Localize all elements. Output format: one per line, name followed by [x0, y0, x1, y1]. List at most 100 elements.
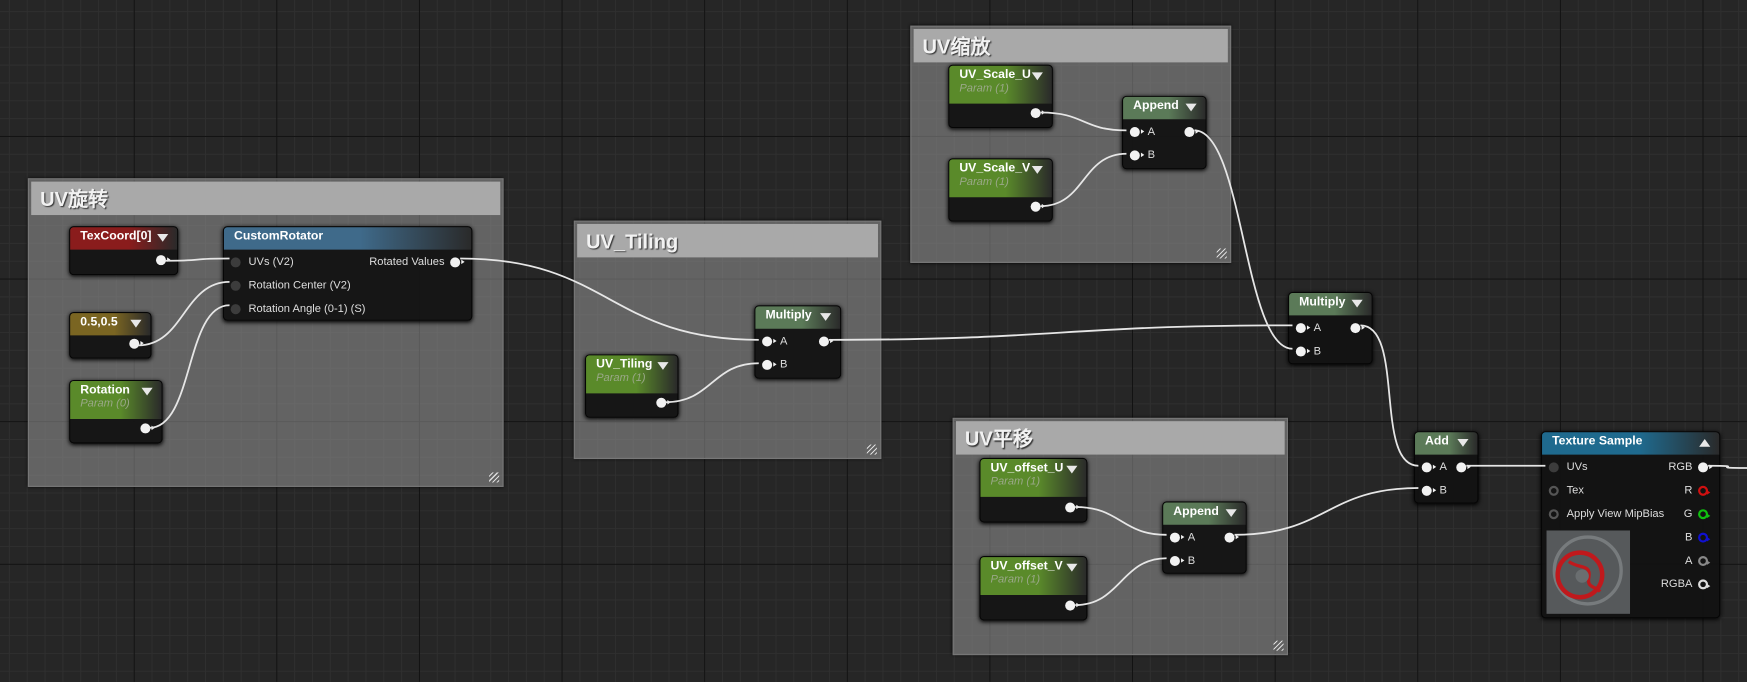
output-pin[interactable] [1456, 462, 1471, 473]
input-pin-a[interactable] [1169, 532, 1185, 543]
output-pin-g[interactable] [1698, 509, 1711, 520]
node-texsample[interactable]: Texture Sample UVs Tex Apply View MipBias RG… [1540, 431, 1721, 619]
node-append1[interactable]: Append A B [1121, 95, 1207, 170]
output-pin[interactable] [1224, 532, 1239, 543]
input-label: UVs (V2) [248, 256, 294, 269]
chevron-down-icon[interactable] [157, 233, 169, 242]
input-pin-a[interactable] [1129, 127, 1145, 138]
node-offsetu[interactable]: UV_offset_U Param (1) [979, 457, 1088, 523]
output-pin[interactable] [1030, 201, 1046, 212]
chevron-down-icon[interactable] [657, 362, 669, 370]
node-rotation[interactable]: Rotation Param (0) [69, 379, 163, 444]
resize-grip-icon[interactable] [866, 444, 877, 455]
node-title: UV_Scale_V [959, 161, 1031, 175]
node-header[interactable]: UV_Scale_V Param (1) [949, 159, 1052, 198]
output-pin[interactable] [129, 338, 144, 349]
node-header[interactable]: Texture Sample [1542, 432, 1720, 455]
chevron-down-icon[interactable] [1031, 166, 1043, 174]
input-pin-b[interactable] [1169, 555, 1185, 567]
output-pin-rgba[interactable] [1698, 579, 1711, 590]
node-header[interactable]: UV_Tiling Param (1) [586, 355, 678, 394]
input-label: A [1439, 461, 1447, 474]
output-pin-r[interactable] [1698, 485, 1711, 496]
chevron-down-icon[interactable] [1457, 438, 1469, 447]
output-pin[interactable] [656, 397, 671, 408]
node-header[interactable]: Multiply [1289, 293, 1372, 316]
input-pin-a[interactable] [762, 336, 777, 347]
input-pin-a[interactable] [1295, 323, 1311, 334]
node-header[interactable]: TexCoord[0] [70, 227, 178, 250]
comment-title[interactable]: UV旋转 [31, 181, 501, 216]
node-multiply2[interactable]: Multiply A B [1288, 291, 1373, 365]
output-pin[interactable] [1184, 127, 1199, 138]
collapse-arrow-icon[interactable] [1699, 438, 1711, 447]
node-header[interactable]: Append [1123, 96, 1206, 120]
resize-grip-icon[interactable] [489, 472, 500, 483]
input-label: B [1439, 484, 1447, 497]
resize-grip-icon[interactable] [1216, 248, 1227, 259]
node-scaleu[interactable]: UV_Scale_U Param (1) [948, 64, 1053, 129]
input-label: B [779, 358, 788, 372]
output-pin[interactable] [1350, 323, 1365, 334]
input-pin-tex[interactable] [1548, 485, 1559, 496]
node-scalev[interactable]: UV_Scale_V Param (1) [948, 158, 1053, 222]
node-header[interactable]: CustomRotator [223, 227, 472, 250]
input-pin-apply-view-mipbias[interactable] [1548, 509, 1559, 520]
node-header[interactable]: Append [1163, 502, 1246, 525]
input-pin-b[interactable] [1129, 150, 1145, 161]
input-pin-uvs-v2-[interactable] [230, 257, 241, 268]
node-title: UV_offset_U [990, 461, 1064, 475]
output-pin[interactable] [1030, 108, 1046, 119]
chevron-down-icon[interactable] [1066, 563, 1078, 572]
node-center[interactable]: 0.5,0.5 [69, 311, 152, 359]
chevron-down-icon[interactable] [1225, 509, 1237, 517]
node-texcoord[interactable]: TexCoord[0] [69, 226, 179, 276]
node-header[interactable]: 0.5,0.5 [70, 313, 151, 336]
node-header[interactable]: Add [1415, 432, 1478, 455]
comment-title[interactable]: UV缩放 [913, 28, 1228, 63]
node-append2[interactable]: Append A B [1162, 501, 1247, 574]
input-pin-rotation-angle-0-1-s-[interactable] [230, 304, 241, 315]
chevron-down-icon[interactable] [130, 319, 142, 328]
output-pin[interactable] [1065, 600, 1080, 611]
node-header[interactable]: UV_offset_U Param (1) [980, 459, 1087, 497]
output-pin[interactable] [140, 423, 155, 434]
node-header[interactable]: UV_Scale_U Param (1) [949, 65, 1052, 104]
node-header[interactable]: UV_offset_V Param (1) [980, 557, 1087, 595]
node-header[interactable]: Rotation Param (0) [70, 381, 162, 419]
input-label: A [1313, 322, 1322, 335]
chevron-down-icon[interactable] [1031, 72, 1043, 81]
resize-grip-icon[interactable] [1273, 640, 1284, 651]
node-uvtiling[interactable]: UV_Tiling Param (1) [584, 354, 679, 418]
node-title: CustomRotator [233, 229, 324, 243]
node-subtitle: Param (1) [990, 475, 1041, 489]
input-pin-uvs[interactable] [1548, 462, 1559, 473]
input-pin-a[interactable] [1421, 462, 1437, 473]
input-pin-b[interactable] [1295, 346, 1311, 357]
output-pin[interactable] [155, 255, 171, 266]
material-graph-canvas[interactable]: UV旋转 UV_Tiling UV缩放 UV平移 TexCoord[0] 0.5,0.5… [0, 0, 1747, 682]
input-pin-b[interactable] [762, 359, 777, 370]
node-header[interactable]: Multiply [755, 306, 841, 329]
comment-title[interactable]: UV_Tiling [577, 223, 878, 258]
output-pin[interactable] [818, 336, 834, 347]
chevron-down-icon[interactable] [141, 387, 153, 396]
comment-title[interactable]: UV平移 [955, 421, 1285, 455]
wire-connection[interactable] [828, 324, 1293, 341]
node-offsetv[interactable]: UV_offset_V Param (1) [979, 555, 1088, 621]
chevron-down-icon[interactable] [1185, 103, 1197, 112]
node-title: Multiply [1299, 295, 1346, 309]
output-pin-rotated-values[interactable] [450, 257, 465, 268]
input-pin-b[interactable] [1421, 485, 1437, 496]
chevron-down-icon[interactable] [1351, 299, 1363, 308]
input-pin-rotation-center-v2-[interactable] [230, 280, 241, 291]
node-customrotator[interactable]: CustomRotator UVs (V2) Rotation Center (V2… [222, 226, 473, 321]
chevron-down-icon[interactable] [820, 313, 832, 321]
node-multiply1[interactable]: Multiply A B [754, 305, 842, 379]
output-pin[interactable] [1065, 502, 1080, 513]
chevron-down-icon[interactable] [1066, 465, 1078, 474]
output-pin-a[interactable] [1698, 555, 1711, 567]
output-pin-rgb[interactable] [1698, 462, 1713, 473]
output-pin-b[interactable] [1698, 532, 1711, 543]
node-add[interactable]: Add A B [1413, 431, 1479, 504]
